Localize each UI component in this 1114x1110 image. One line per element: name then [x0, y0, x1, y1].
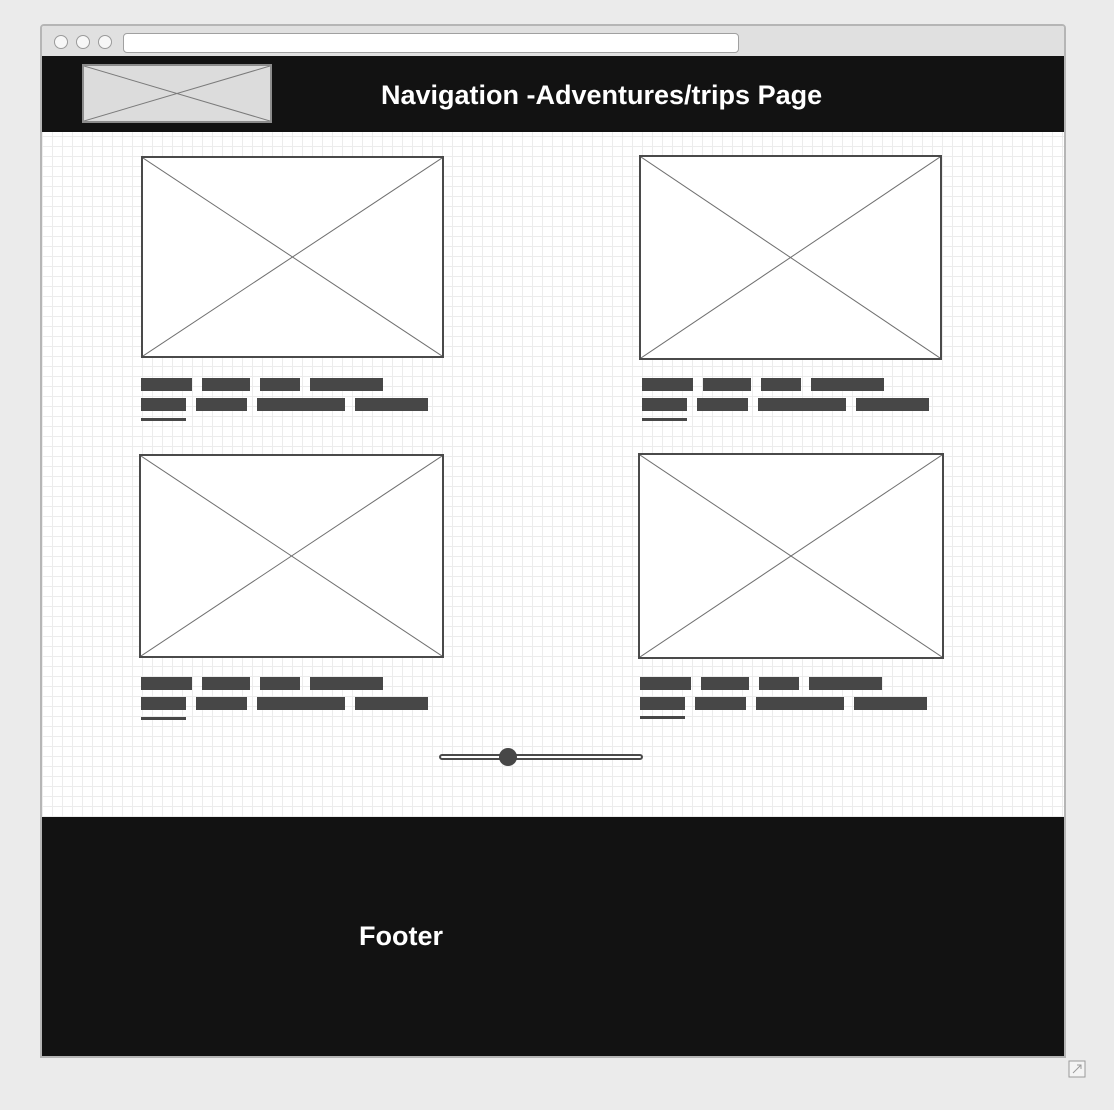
footer: Footer [42, 817, 1064, 1056]
window-minimize-button[interactable] [76, 35, 90, 49]
address-bar[interactable] [123, 33, 739, 53]
slider-handle[interactable] [499, 748, 518, 766]
logo-placeholder-icon[interactable] [82, 64, 272, 123]
card-image-placeholder-icon [141, 156, 444, 358]
content-area [42, 132, 1064, 817]
page: Navigation -Adventures/trips Page Footer [42, 56, 1064, 1056]
browser-window: Navigation -Adventures/trips Page Footer [40, 24, 1066, 1058]
card-image-placeholder-icon [638, 453, 944, 659]
resize-icon[interactable] [1068, 1060, 1086, 1078]
slider-track[interactable] [439, 754, 643, 760]
window-close-button[interactable] [54, 35, 68, 49]
navigation-header: Navigation -Adventures/trips Page [42, 56, 1064, 132]
card-image-placeholder-icon [639, 155, 942, 360]
window-maximize-button[interactable] [98, 35, 112, 49]
page-title: Navigation -Adventures/trips Page [381, 80, 823, 110]
carousel-slider[interactable] [439, 748, 643, 766]
footer-label: Footer [359, 921, 443, 951]
card-image-placeholder-icon [139, 454, 444, 658]
browser-titlebar [42, 26, 1064, 58]
